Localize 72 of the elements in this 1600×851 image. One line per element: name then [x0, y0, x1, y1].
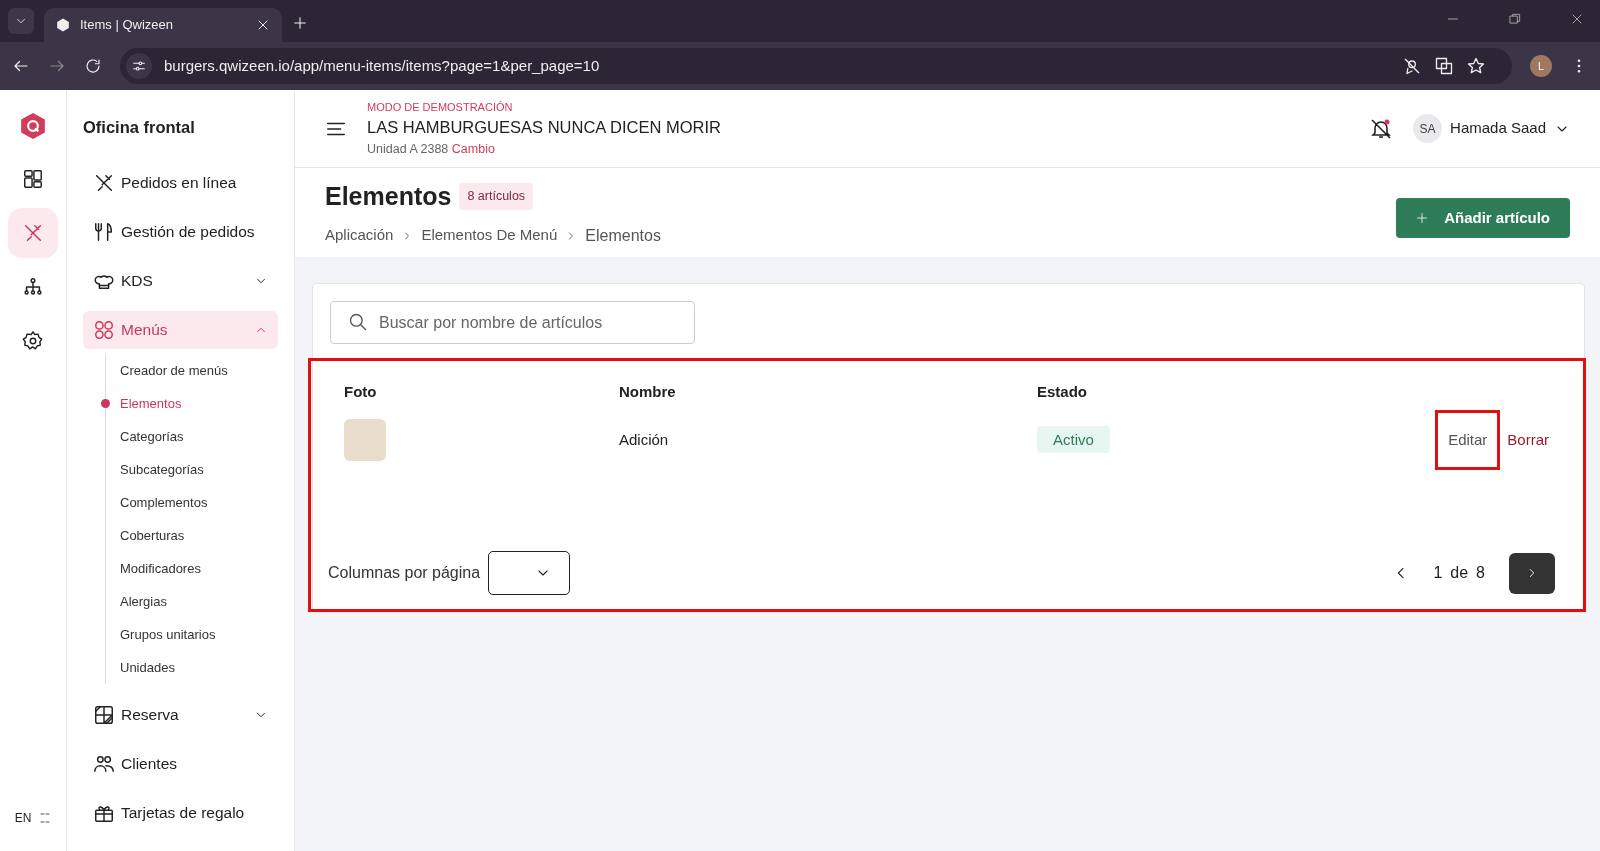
browser-tab[interactable]: Items | Qwizeen: [44, 8, 282, 42]
bell-off-icon[interactable]: [1369, 116, 1394, 141]
status-tag: Activo: [1037, 426, 1110, 453]
column-header: Estado: [1037, 381, 1087, 402]
page-title: Elementos: [325, 181, 452, 212]
sidebar-item[interactable]: Tarjetas de regalo: [83, 793, 278, 832]
photo-placeholder: [344, 419, 386, 461]
site-logo-icon: [56, 18, 70, 32]
grid-icon: [93, 318, 115, 341]
language-code[interactable]: EN: [14, 809, 32, 827]
item-name: Adición: [619, 429, 669, 450]
translate-icon[interactable]: [1434, 56, 1454, 76]
breadcrumb-item: Elementos: [585, 225, 661, 246]
submenu-item[interactable]: Elementos: [120, 386, 278, 420]
breadcrumb-item[interactable]: Aplicación: [325, 224, 394, 247]
sidebar-title: Oficina frontal: [83, 117, 196, 138]
app-logo[interactable]: [20, 112, 46, 140]
selected-dot: [101, 398, 110, 408]
add-item-button[interactable]: Añadir artículo: [1396, 198, 1570, 238]
tab-title: Items | Qwizeen: [80, 16, 174, 35]
current-page: 1: [1433, 563, 1443, 583]
submenu-item[interactable]: Alergias: [120, 584, 278, 618]
item-count: 8 artículos: [459, 183, 534, 211]
restore-icon[interactable]: [1508, 12, 1522, 26]
eye-off-icon[interactable]: [1402, 56, 1422, 76]
plus-icon: [1416, 212, 1429, 224]
submenu-item[interactable]: Subcategorías: [120, 452, 278, 486]
submenu-item[interactable]: Grupos unitarios: [120, 617, 278, 651]
demo-mode-label: MODO DE DEMOSTRACIÓN: [367, 99, 514, 115]
column-header: Nombre: [619, 381, 676, 402]
star-icon[interactable]: [1466, 56, 1486, 76]
plus-icon[interactable]: [292, 14, 308, 31]
delete-link[interactable]: Borrar: [1497, 412, 1559, 468]
table-grid-icon: [93, 703, 115, 726]
grid-icon: [22, 168, 44, 190]
hierarchy-icon: [22, 276, 44, 298]
submenu-item[interactable]: Unidades: [120, 650, 278, 684]
sidebar-item[interactable]: Gestión de pedidos: [83, 212, 278, 251]
sidebar-item[interactable]: Clientes: [83, 744, 278, 783]
submenu-item[interactable]: Modificadores: [120, 551, 278, 585]
search-icon: [348, 312, 368, 332]
url-text: burgers.qwizeen.io/app/menu-items/items?page=1&per_page=10: [164, 55, 601, 76]
sidebar-item[interactable]: Reserva: [83, 695, 278, 734]
submenu-item[interactable]: Coberturas: [120, 518, 278, 552]
close-icon[interactable]: [1570, 12, 1584, 26]
submenu-item[interactable]: Creador de menús: [120, 353, 278, 387]
edit-link[interactable]: Editar: [1438, 412, 1498, 468]
profile-avatar[interactable]: L: [1530, 55, 1552, 77]
total-pages: 8: [1476, 563, 1485, 583]
rows-per-page-select[interactable]: [488, 551, 571, 595]
site-settings-icon[interactable]: [131, 58, 147, 74]
column-header: Foto: [344, 381, 377, 402]
submenu-item[interactable]: Categorías: [120, 419, 278, 453]
utensils-icon: [93, 220, 115, 243]
change-link[interactable]: Cambio: [451, 141, 495, 156]
address-bar[interactable]: burgers.qwizeen.io/app/menu-items/items?page=1&per_page=10: [120, 48, 1512, 84]
settings-icon: [22, 330, 44, 352]
reload-icon[interactable]: [84, 57, 102, 75]
rows-per-page-label: Columnas por página: [328, 563, 481, 583]
sidebar-item[interactable]: Menús: [83, 310, 278, 349]
user-menu[interactable]: SA Hamada Saad: [1413, 114, 1570, 143]
breadcrumb-item[interactable]: Elementos De Menú: [421, 224, 558, 247]
fork-knife-icon: [22, 222, 44, 244]
sidebar-item[interactable]: Pedidos en línea: [83, 163, 278, 202]
close-icon[interactable]: [256, 18, 270, 32]
sidebar-item[interactable]: KDS: [83, 261, 278, 300]
unit-label: Unidad A 2388: [367, 141, 449, 156]
page-of-label: de: [1450, 563, 1469, 583]
restaurant-name: LAS HAMBURGUESAS NUNCA DICEN MORIR: [367, 117, 722, 138]
search-field[interactable]: Buscar por nombre de artículos: [330, 301, 695, 344]
next-page-button[interactable]: [1509, 552, 1555, 594]
submenu-item[interactable]: Complementos: [120, 485, 278, 519]
